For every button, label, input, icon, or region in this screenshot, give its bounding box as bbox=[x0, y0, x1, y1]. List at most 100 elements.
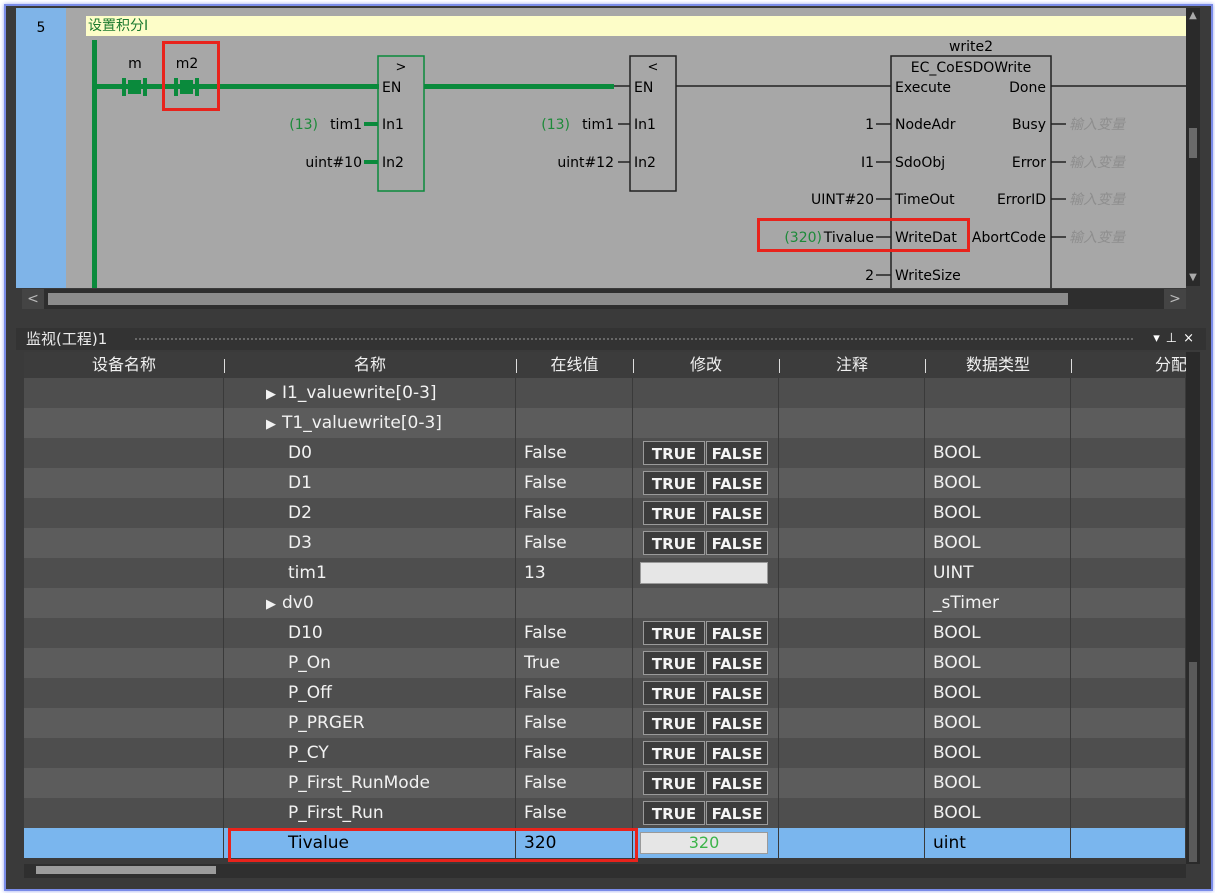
set-false-button[interactable]: FALSE bbox=[706, 441, 768, 465]
fb-ec-coesdowrite[interactable]: write2 EC_CoESDOWrite Execute NodeAdr Sd… bbox=[784, 39, 1186, 288]
cell-assignment bbox=[1071, 828, 1186, 858]
row-name-label: dv0 bbox=[282, 593, 314, 613]
set-false-button[interactable]: FALSE bbox=[706, 531, 768, 555]
scroll-left-icon[interactable]: < bbox=[22, 289, 44, 309]
table-row[interactable]: ▶ T1_valuewrite[0-3] bbox=[24, 408, 1186, 439]
set-false-button[interactable]: FALSE bbox=[706, 801, 768, 825]
ladder-editor[interactable]: 5 设置积分I m m2 > EN In1 In2 (13) tim1 uint… bbox=[16, 8, 1186, 288]
set-true-button[interactable]: TRUE bbox=[643, 501, 705, 525]
watch-horizontal-scrollbar[interactable] bbox=[24, 864, 1186, 878]
set-true-button[interactable]: TRUE bbox=[643, 711, 705, 735]
col-device-name[interactable]: 设备名称 bbox=[24, 352, 224, 378]
cell-modify bbox=[633, 558, 779, 588]
ladder-horizontal-scrollbar[interactable]: < > bbox=[22, 289, 1186, 309]
ladder-hscroll-thumb[interactable] bbox=[48, 293, 1068, 305]
table-row[interactable]: P_On True TRUE FALSE BOOL bbox=[24, 648, 1186, 679]
cell-assignment bbox=[1071, 738, 1186, 768]
table-row[interactable]: ▶ dv0 _sTimer bbox=[24, 588, 1186, 619]
col-name[interactable]: 名称 bbox=[224, 352, 516, 378]
modify-value-input[interactable] bbox=[640, 562, 768, 584]
watch-vscroll-thumb[interactable] bbox=[1189, 662, 1197, 862]
watch-panel-titlebar[interactable]: 监视(工程)1 ▾⊥× bbox=[16, 328, 1206, 350]
set-true-button[interactable]: TRUE bbox=[643, 801, 705, 825]
set-true-button[interactable]: TRUE bbox=[643, 621, 705, 645]
panel-buttons: ▾⊥× bbox=[1153, 328, 1200, 350]
set-true-button[interactable]: TRUE bbox=[643, 771, 705, 795]
col-modify[interactable]: 修改 bbox=[633, 352, 779, 378]
modify-value-input[interactable]: 320 bbox=[640, 832, 768, 854]
col-online-value[interactable]: 在线值 bbox=[516, 352, 633, 378]
set-false-button[interactable]: FALSE bbox=[706, 711, 768, 735]
table-row[interactable]: P_PRGER False TRUE FALSE BOOL bbox=[24, 708, 1186, 739]
cell-name: D1 bbox=[224, 468, 516, 498]
cell-comment bbox=[779, 588, 925, 618]
watch-table-header: 设备名称 名称 在线值 修改 注释 数据类型 分配 bbox=[24, 352, 1187, 378]
cell-device-name bbox=[24, 618, 224, 648]
set-false-button[interactable]: FALSE bbox=[706, 471, 768, 495]
dropdown-icon[interactable]: ▾ bbox=[1153, 331, 1166, 346]
cell-online-value: False bbox=[516, 618, 633, 648]
cell-data-type: BOOL bbox=[925, 438, 1071, 468]
set-false-button[interactable]: FALSE bbox=[706, 741, 768, 765]
fb-var-sdoobj: I1 bbox=[861, 155, 874, 171]
table-row[interactable]: tim1 13 UINT bbox=[24, 558, 1186, 589]
cell-online-value: False bbox=[516, 738, 633, 768]
set-false-button[interactable]: FALSE bbox=[706, 681, 768, 705]
expand-arrow-icon[interactable]: ▶ bbox=[266, 590, 276, 618]
table-row[interactable]: D0 False TRUE FALSE BOOL bbox=[24, 438, 1186, 469]
cell-comment bbox=[779, 558, 925, 588]
table-row[interactable]: P_First_RunMode False TRUE FALSE BOOL bbox=[24, 768, 1186, 799]
scroll-right-icon[interactable]: > bbox=[1164, 289, 1186, 309]
lt-compare-block[interactable]: < EN In1 In2 (13) tim1 uint#12 bbox=[541, 55, 677, 192]
set-true-button[interactable]: TRUE bbox=[643, 741, 705, 765]
watch-hscroll-thumb[interactable] bbox=[36, 866, 216, 874]
expand-arrow-icon[interactable]: ▶ bbox=[266, 380, 276, 408]
col-data-type[interactable]: 数据类型 bbox=[925, 352, 1071, 378]
lt-in1-pin: In1 bbox=[634, 117, 656, 133]
table-row[interactable]: P_First_Run False TRUE FALSE BOOL bbox=[24, 798, 1186, 829]
pin-icon[interactable]: ⊥ bbox=[1166, 331, 1183, 346]
scroll-up-icon[interactable]: ▲ bbox=[1186, 8, 1200, 24]
contact-m[interactable]: m bbox=[122, 56, 147, 96]
table-row[interactable]: D10 False TRUE FALSE BOOL bbox=[24, 618, 1186, 649]
table-row[interactable]: Tivalue 320 320 uint bbox=[24, 828, 1186, 859]
cell-device-name bbox=[24, 648, 224, 678]
table-row[interactable]: D3 False TRUE FALSE BOOL bbox=[24, 528, 1186, 559]
cell-device-name bbox=[24, 528, 224, 558]
set-true-button[interactable]: TRUE bbox=[643, 651, 705, 675]
cell-modify: TRUE FALSE bbox=[633, 438, 779, 468]
cell-device-name bbox=[24, 708, 224, 738]
cell-online-value: False bbox=[516, 708, 633, 738]
gt-in1-pin: In1 bbox=[382, 117, 404, 133]
set-true-button[interactable]: TRUE bbox=[643, 531, 705, 555]
ladder-vertical-scrollbar[interactable]: ▲ ▼ bbox=[1186, 8, 1200, 286]
scroll-down-icon[interactable]: ▼ bbox=[1186, 270, 1200, 286]
table-row[interactable]: P_Off False TRUE FALSE BOOL bbox=[24, 678, 1186, 709]
table-row[interactable]: D1 False TRUE FALSE BOOL bbox=[24, 468, 1186, 499]
set-false-button[interactable]: FALSE bbox=[706, 771, 768, 795]
set-false-button[interactable]: FALSE bbox=[706, 651, 768, 675]
set-true-button[interactable]: TRUE bbox=[643, 471, 705, 495]
contact-m2[interactable]: m2 bbox=[174, 56, 199, 96]
set-true-button[interactable]: TRUE bbox=[643, 681, 705, 705]
cell-online-value: False bbox=[516, 798, 633, 828]
watch-vertical-scrollbar[interactable] bbox=[1186, 352, 1200, 864]
ladder-vscroll-thumb[interactable] bbox=[1189, 128, 1197, 158]
set-false-button[interactable]: FALSE bbox=[706, 501, 768, 525]
cell-assignment bbox=[1071, 588, 1186, 618]
close-icon[interactable]: × bbox=[1183, 331, 1200, 346]
row-name-label: D0 bbox=[288, 443, 312, 463]
table-row[interactable]: D2 False TRUE FALSE BOOL bbox=[24, 498, 1186, 529]
cell-comment bbox=[779, 498, 925, 528]
table-row[interactable]: ▶ I1_valuewrite[0-3] bbox=[24, 378, 1186, 409]
fb-pin-execute: Execute bbox=[895, 80, 951, 96]
col-comment[interactable]: 注释 bbox=[779, 352, 925, 378]
set-true-button[interactable]: TRUE bbox=[643, 441, 705, 465]
set-false-button[interactable]: FALSE bbox=[706, 621, 768, 645]
table-row[interactable]: P_CY False TRUE FALSE BOOL bbox=[24, 738, 1186, 769]
row-name-label: P_CY bbox=[288, 743, 329, 763]
gt-in2-pin: In2 bbox=[382, 155, 404, 171]
expand-arrow-icon[interactable]: ▶ bbox=[266, 410, 276, 438]
cell-comment bbox=[779, 678, 925, 708]
gt-compare-block[interactable]: > EN In1 In2 (13) tim1 uint#10 bbox=[289, 55, 425, 192]
